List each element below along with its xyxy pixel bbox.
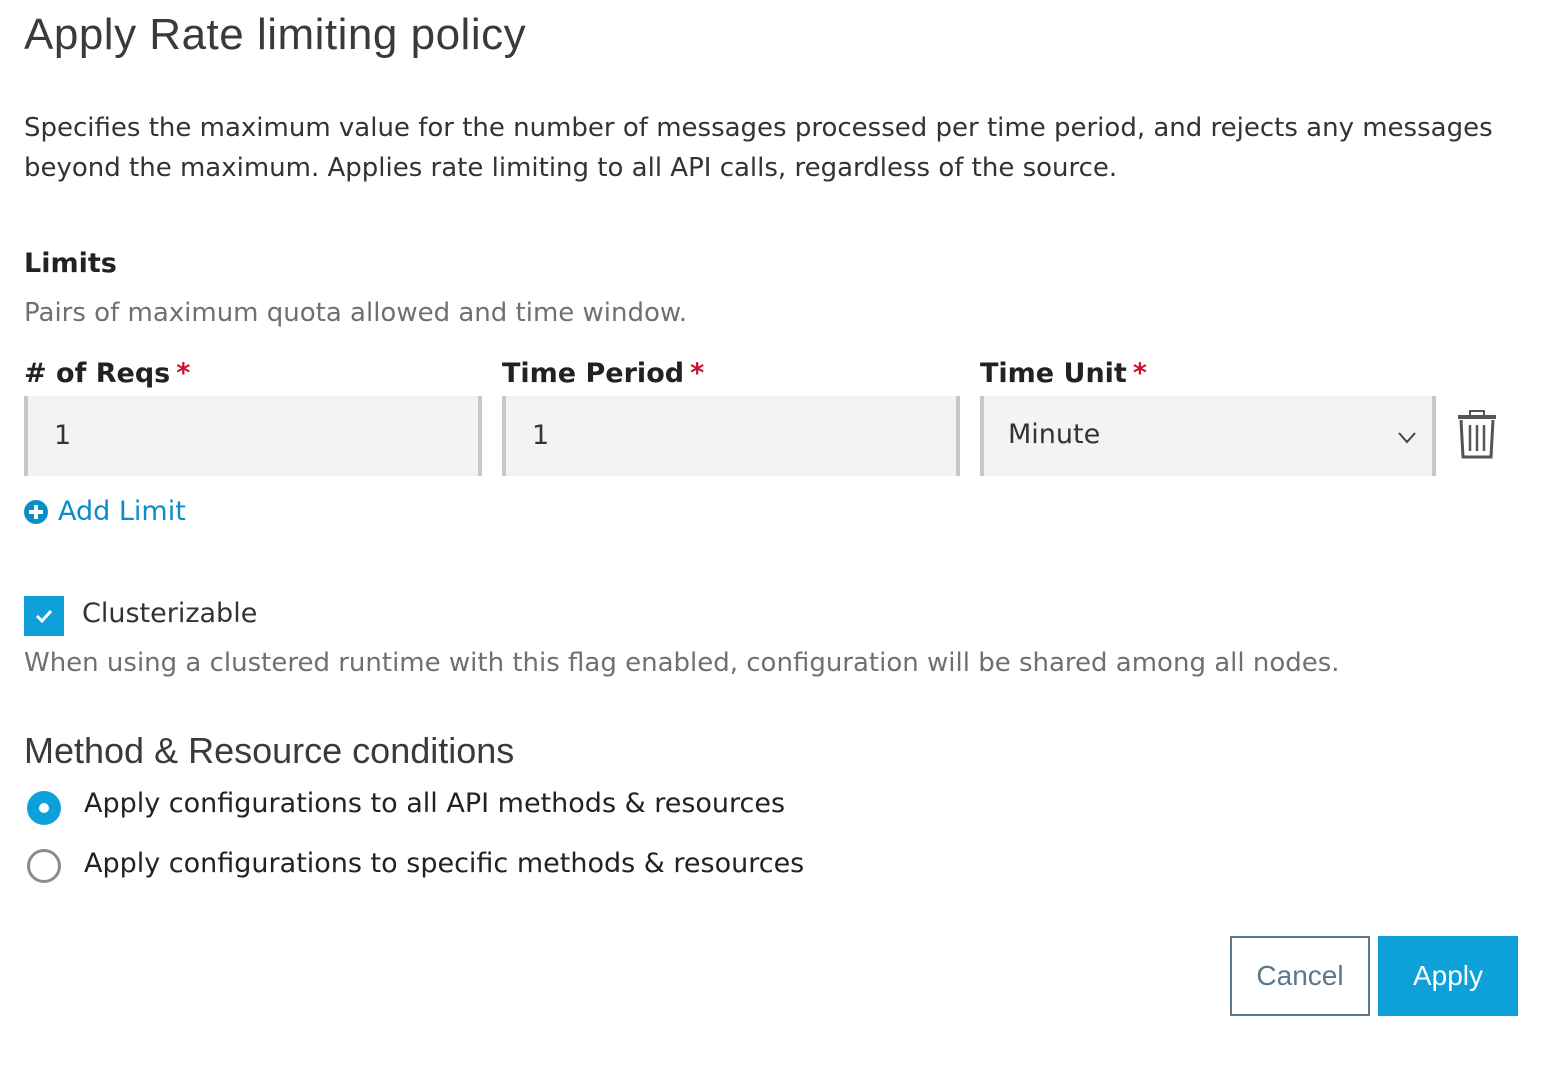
trash-icon[interactable] bbox=[1456, 410, 1498, 460]
reqs-input[interactable]: 1 bbox=[24, 396, 482, 476]
chevron-down-icon bbox=[1398, 432, 1416, 444]
reqs-field-label: # of Reqs * bbox=[24, 358, 190, 389]
check-icon bbox=[35, 609, 53, 624]
plus-circle-icon bbox=[24, 499, 48, 524]
unit-label-text: Time Unit bbox=[980, 358, 1127, 389]
time-period-input[interactable]: 1 bbox=[502, 396, 960, 476]
reqs-label-text: # of Reqs bbox=[24, 358, 171, 389]
apply-button[interactable]: Apply bbox=[1378, 936, 1518, 1016]
radio-all-methods[interactable] bbox=[24, 788, 64, 828]
dialog-title: Apply Rate limiting policy bbox=[24, 10, 527, 59]
time-unit-value: Minute bbox=[1008, 419, 1101, 450]
limits-heading: Limits bbox=[24, 248, 117, 279]
dialog-description: Specifies the maximum value for the numb… bbox=[24, 113, 1493, 183]
radio-specific-methods-label: Apply configurations to specific methods… bbox=[84, 848, 805, 879]
radio-selected-indicator[interactable] bbox=[27, 791, 61, 825]
cancel-button[interactable]: Cancel bbox=[1230, 936, 1370, 1016]
required-marker: * bbox=[1132, 358, 1147, 389]
time-unit-select[interactable]: Minute bbox=[980, 396, 1436, 476]
required-marker: * bbox=[176, 358, 191, 389]
limits-helper-text: Pairs of maximum quota allowed and time … bbox=[24, 298, 688, 328]
conditions-heading: Method & Resource conditions bbox=[24, 730, 515, 771]
add-limit-label: Add Limit bbox=[58, 496, 186, 527]
clusterizable-helper-text: When using a clustered runtime with this… bbox=[24, 648, 1340, 678]
radio-specific-methods[interactable] bbox=[27, 849, 61, 883]
radio-all-methods-label: Apply configurations to all API methods … bbox=[84, 788, 786, 819]
period-field-label: Time Period * bbox=[502, 358, 704, 389]
required-marker: * bbox=[690, 358, 705, 389]
unit-field-label: Time Unit * bbox=[980, 358, 1147, 389]
add-limit-button[interactable]: Add Limit bbox=[24, 496, 186, 527]
period-label-text: Time Period bbox=[502, 358, 685, 389]
clusterizable-checkbox[interactable] bbox=[24, 596, 64, 636]
clusterizable-label: Clusterizable bbox=[82, 598, 258, 629]
